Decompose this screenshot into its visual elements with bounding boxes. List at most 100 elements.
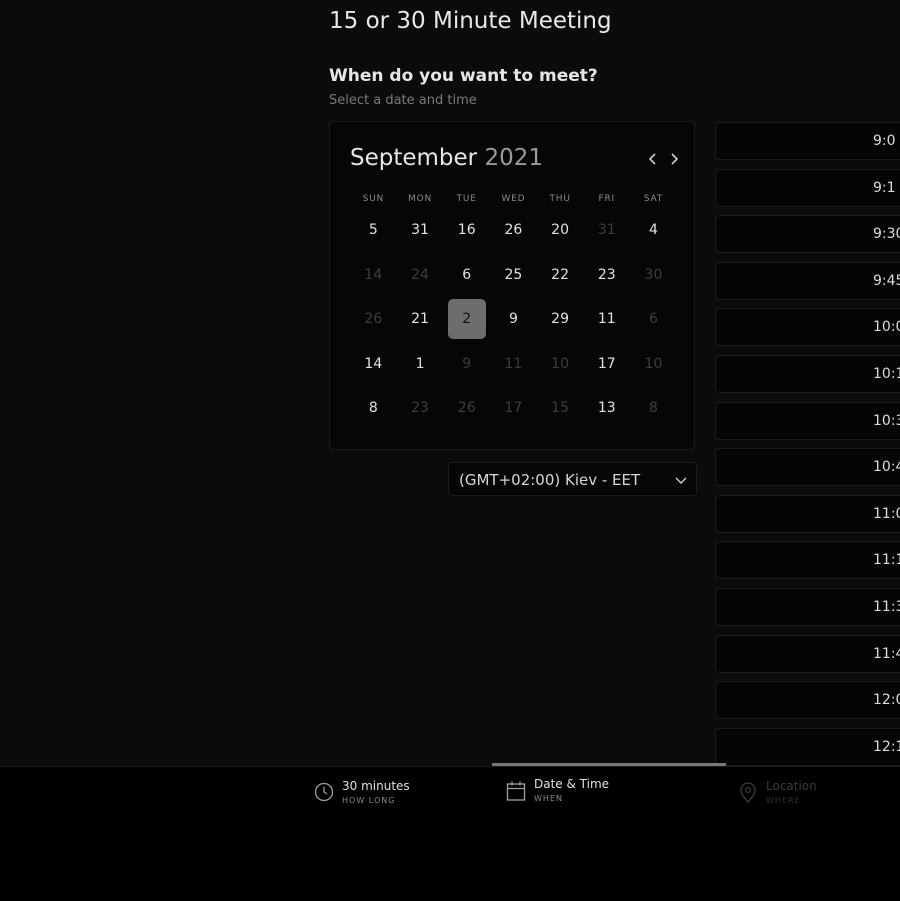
calendar-day: 6 <box>630 297 677 342</box>
calendar-day[interactable]: 22 <box>537 253 584 298</box>
day-number: 6 <box>649 311 658 328</box>
calendar-day[interactable]: 11 <box>583 297 630 342</box>
weekday-label: TUE <box>456 194 477 204</box>
day-number: 8 <box>649 400 658 417</box>
day-number: 14 <box>364 355 383 372</box>
day-number: 23 <box>411 400 429 417</box>
time-slot-button[interactable]: 10:4 <box>715 448 900 487</box>
day-number: 25 <box>504 266 523 283</box>
calendar-day[interactable]: 5 <box>350 208 397 253</box>
day-grid: 5 31 16 26 20 31 4 14 24 6 25 22 23 30 26 21 2 9 29 11 6 14 1 9… <box>350 208 677 431</box>
calendar-day: 30 <box>630 253 677 298</box>
calendar-day: 24 <box>397 253 444 298</box>
day-number: 10 <box>644 355 663 372</box>
section-subtitle: Select a date and time <box>329 93 477 108</box>
time-slot-button[interactable]: 11:3 <box>715 588 900 626</box>
day-number: 20 <box>551 222 569 239</box>
day-number: 21 <box>411 311 429 328</box>
day-number: 16 <box>457 222 476 239</box>
calendar-day[interactable]: 31 <box>397 208 444 253</box>
calendar-day: 11 <box>490 342 537 387</box>
day-number: 26 <box>457 400 476 417</box>
day-number: 11 <box>597 311 616 328</box>
timezone-select[interactable]: (GMT+02:00) Kiev - EET <box>448 462 697 496</box>
day-number: 23 <box>597 266 616 283</box>
day-number: 24 <box>411 266 429 283</box>
time-slot-label: 10:1 <box>873 366 900 382</box>
time-slot-label: 10:0 <box>873 319 900 336</box>
calendar-day[interactable]: 9 <box>490 297 537 342</box>
calendar-day: 14 <box>350 253 397 298</box>
time-slot-button[interactable]: 9:30 <box>715 215 900 254</box>
calendar-day[interactable]: 23 <box>583 253 630 298</box>
calendar-day[interactable]: 8 <box>350 386 397 431</box>
step-location-label: Location <box>766 779 817 793</box>
time-slot-button[interactable]: 9:0 <box>715 122 900 160</box>
weekday-label: THU <box>549 194 571 204</box>
day-number: 31 <box>411 222 429 239</box>
weekday-header: SUN MON TUE WED THU FRI SAT <box>350 194 677 204</box>
day-number: 13 <box>597 400 616 417</box>
day-number: 10 <box>551 355 569 372</box>
time-slot-button[interactable]: 10:1 <box>715 355 900 393</box>
calendar-day: 31 <box>583 208 630 253</box>
day-number: 11 <box>504 355 523 372</box>
day-number: 17 <box>504 400 523 417</box>
calendar-day[interactable]: 6 <box>443 253 490 298</box>
time-slot-label: 12:0 <box>873 692 900 709</box>
time-slot-button[interactable]: 9:45 <box>715 261 900 300</box>
step-duration-caption: HOW LONG <box>342 796 396 805</box>
day-number: 8 <box>368 400 378 417</box>
chevron-down-icon <box>675 477 687 484</box>
time-slot-button[interactable]: 11:1 <box>715 541 900 580</box>
calendar-day: 10 <box>537 342 584 387</box>
time-slot-button[interactable]: 12:1 <box>715 727 900 766</box>
time-slot-button[interactable]: 11:0 <box>715 494 900 533</box>
day-number: 15 <box>551 400 569 417</box>
step-navigation: 30 minutes HOW LONG Date & Time WHEN Loc… <box>0 763 900 901</box>
day-number: 22 <box>551 266 569 283</box>
time-slot-button[interactable]: 10:3 <box>715 401 900 440</box>
time-slot-button[interactable]: 10:0 <box>715 308 900 347</box>
calendar-day[interactable]: 20 <box>537 208 584 253</box>
step-date-time-label: Date & Time <box>534 777 610 791</box>
calendar-day[interactable]: 29 <box>537 297 584 342</box>
calendar-day[interactable]: 4 <box>630 208 677 253</box>
calendar-day[interactable]: 13 <box>583 386 630 431</box>
time-slot-button[interactable]: 12:0 <box>715 681 900 720</box>
date-picker-calendar: September 2021 SUN MON TUE WED THU FRI SAT 5 31… <box>329 121 695 450</box>
time-slot-label: 11:0 <box>873 505 900 522</box>
day-number: 5 <box>368 222 378 239</box>
day-number: 26 <box>364 311 383 328</box>
day-number: 9 <box>462 355 472 372</box>
calendar-day[interactable]: 25 <box>490 253 537 298</box>
calendar-day: 26 <box>443 386 490 431</box>
calendar-day[interactable]: 26 <box>490 208 537 253</box>
time-slot-label: 11:4 <box>873 645 900 662</box>
calendar-day[interactable]: 21 <box>397 297 444 342</box>
day-number: 9 <box>508 311 518 328</box>
previous-month-button[interactable] <box>643 148 663 170</box>
calendar-day: 8 <box>630 386 677 431</box>
timezone-value: (GMT+02:00) Kiev - EET <box>459 471 641 489</box>
time-slot-label: 11:3 <box>873 599 900 615</box>
day-number: 31 <box>597 222 616 239</box>
selected-day[interactable]: 2 <box>443 297 490 342</box>
calendar-day: 9 <box>443 342 490 387</box>
time-slot-label: 9:45 <box>873 272 900 289</box>
step-duration-label: 30 minutes <box>342 779 410 793</box>
calendar-day[interactable]: 17 <box>583 342 630 387</box>
weekday-label: MON <box>408 194 433 204</box>
time-slot-label: 9:0 <box>873 133 896 149</box>
day-number: 6 <box>462 266 472 283</box>
calendar-day[interactable]: 14 <box>350 342 397 387</box>
time-slot-label: 9:1 <box>873 179 896 196</box>
clock-icon <box>314 782 334 802</box>
time-slot-button[interactable]: 9:1 <box>715 168 900 207</box>
calendar-day[interactable]: 16 <box>443 208 490 253</box>
year-label: 2021 <box>484 145 543 171</box>
chevron-left-icon <box>648 153 656 165</box>
time-slot-button[interactable]: 11:4 <box>715 634 900 673</box>
calendar-day[interactable]: 1 <box>397 342 444 387</box>
next-month-button[interactable] <box>664 148 684 170</box>
